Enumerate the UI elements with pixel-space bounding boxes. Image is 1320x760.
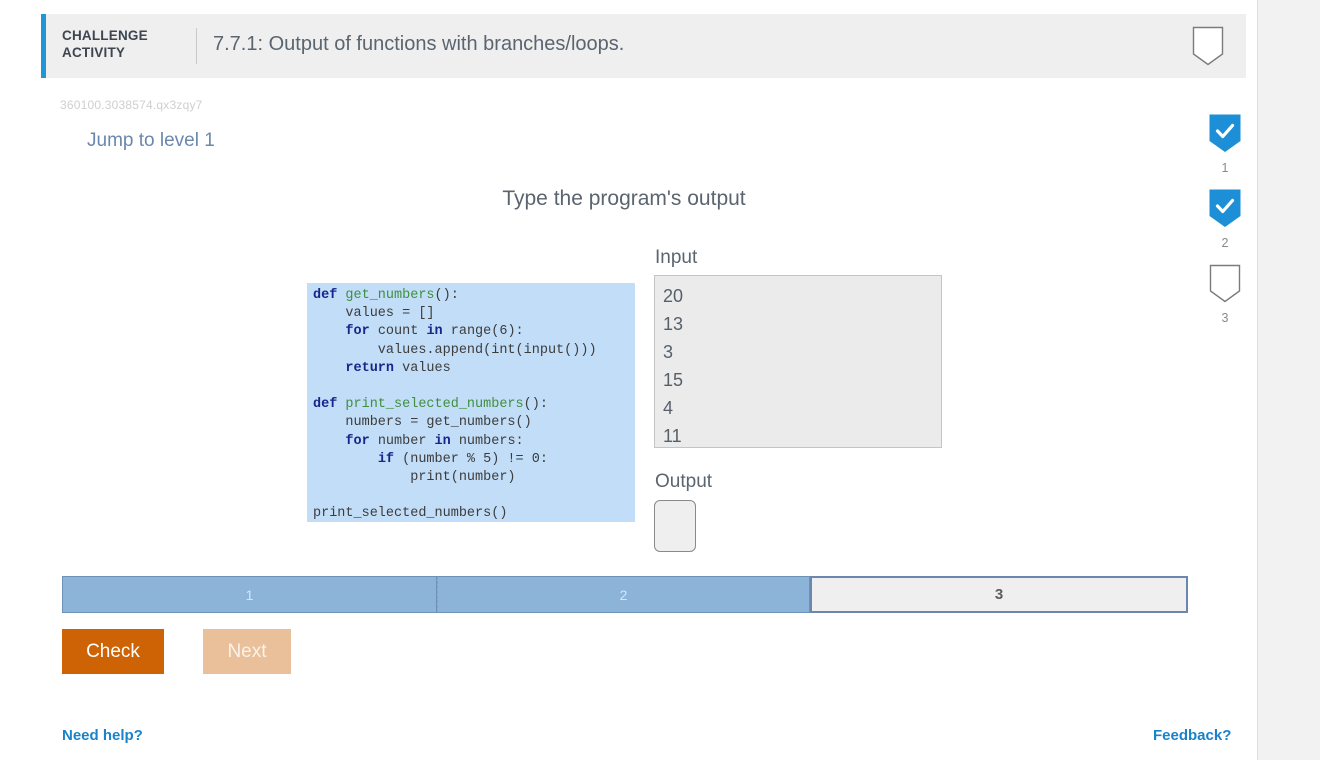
code-token: print_selected_numbers() <box>313 506 508 522</box>
step-segment-1[interactable]: 1 <box>62 576 437 613</box>
code-token: for <box>345 433 370 449</box>
rail-item-3-number: 3 <box>1221 311 1229 325</box>
code-token: count <box>369 324 427 340</box>
step-segment-2[interactable]: 2 <box>437 576 810 613</box>
code-token: for <box>345 324 370 340</box>
code-line: if (number % 5) != 0: <box>313 451 635 469</box>
activity-id: 360100.3038574.qx3zqy7 <box>60 98 203 112</box>
code-token: def <box>313 288 346 303</box>
code-token: print(number) <box>313 470 516 486</box>
challenge-activity-header: CHALLENGE ACTIVITY 7.7.1: Output of func… <box>41 14 1246 78</box>
rail-item-2-number: 2 <box>1221 236 1229 250</box>
jump-to-level-link[interactable]: Jump to level 1 <box>87 130 215 152</box>
code-token: get_numbers <box>345 288 435 303</box>
challenge-activity-kicker: CHALLENGE ACTIVITY <box>62 27 167 61</box>
code-token: values.append(int(input())) <box>313 342 597 358</box>
need-help-link[interactable]: Need help? <box>62 727 143 744</box>
header-divider <box>196 28 197 64</box>
code-line: print_selected_numbers() <box>313 505 635 522</box>
code-token: if <box>377 451 395 467</box>
program-code-block: def get_numbers(): values = [] for count… <box>307 283 635 522</box>
code-line: print(number) <box>313 469 635 487</box>
rail-item-1-number: 1 <box>1221 161 1229 175</box>
header-accent-bar <box>41 14 46 78</box>
code-line: def print_selected_numbers(): <box>313 396 635 414</box>
shield-check-icon <box>1208 114 1242 159</box>
code-line: values = [] <box>313 305 635 323</box>
check-button[interactable]: Check <box>62 629 164 674</box>
code-token: values <box>394 360 451 376</box>
input-label: Input <box>655 247 698 268</box>
activity-page: CHALLENGE ACTIVITY 7.7.1: Output of func… <box>0 0 1258 760</box>
rail-item-3[interactable]: 3 <box>1208 264 1242 325</box>
code-token: range(6): <box>442 324 524 340</box>
feedback-link[interactable]: Feedback? <box>1153 727 1231 744</box>
code-line: values.append(int(input())) <box>313 342 635 360</box>
code-line: return values <box>313 360 635 378</box>
code-token: in <box>426 324 443 340</box>
shield-outline-icon <box>1208 264 1242 309</box>
step-segment-3[interactable]: 3 <box>810 576 1188 613</box>
kicker-line-2: ACTIVITY <box>62 45 126 60</box>
code-token: in <box>434 433 451 449</box>
step-segment-label: 1 <box>245 586 254 603</box>
code-token: (number % 5) != 0: <box>394 451 548 467</box>
step-segment-label: 2 <box>619 586 628 603</box>
code-token: return <box>345 360 395 376</box>
code-token: (): <box>523 397 548 413</box>
rail-item-1[interactable]: 1 <box>1208 114 1242 175</box>
code-token: values = [] <box>313 306 435 322</box>
code-line: for number in numbers: <box>313 433 635 451</box>
code-line: numbers = get_numbers() <box>313 414 635 432</box>
activity-prompt: Type the program's output <box>502 187 746 210</box>
next-button[interactable]: Next <box>203 629 291 674</box>
step-progress-bar: 1 2 3 <box>62 576 1188 613</box>
output-label: Output <box>655 471 713 492</box>
code-token: def <box>313 397 346 413</box>
code-line: for count in range(6): <box>313 323 635 341</box>
code-token: numbers = get_numbers() <box>313 415 532 431</box>
code-token: print_selected_numbers <box>345 397 524 413</box>
step-segment-label: 3 <box>994 586 1004 603</box>
shield-outline-icon <box>1192 26 1224 71</box>
kicker-line-1: CHALLENGE <box>62 28 148 43</box>
output-input[interactable] <box>654 500 696 552</box>
page-title: 7.7.1: Output of functions with branches… <box>213 33 625 55</box>
code-token: number <box>369 433 435 449</box>
input-values-box: 20 13 3 15 4 11 <box>654 275 942 448</box>
code-line: def get_numbers(): <box>313 287 635 305</box>
level-progress-rail: 1 2 3 <box>1208 114 1242 339</box>
code-token: (): <box>434 288 459 303</box>
code-token: numbers: <box>450 433 524 449</box>
